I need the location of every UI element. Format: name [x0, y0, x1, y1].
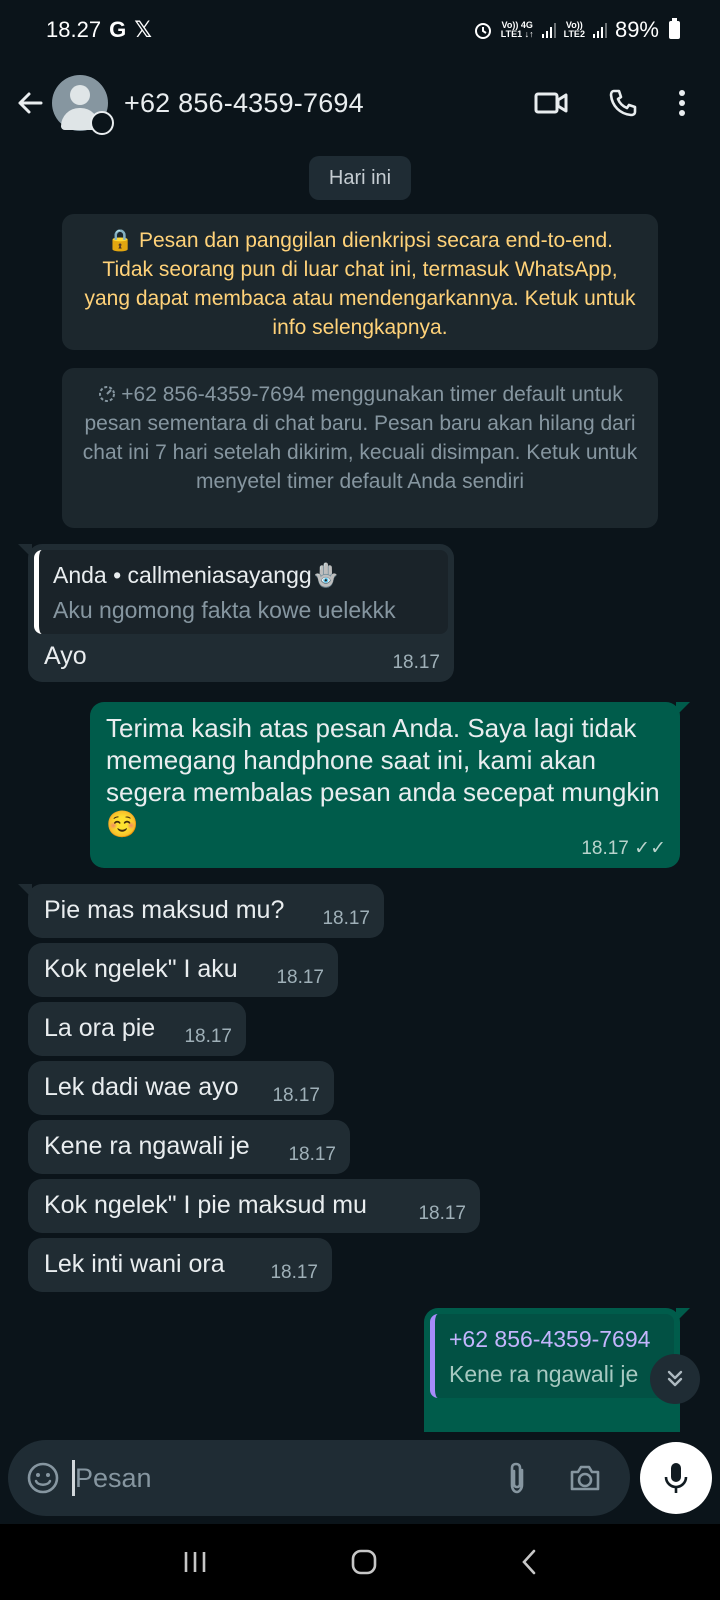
google-icon: G — [109, 17, 127, 42]
message-time: 18.17 ✓✓ — [581, 838, 666, 859]
status-time: 18.27 — [46, 17, 102, 42]
back-nav-icon[interactable] — [519, 1548, 539, 1576]
message-time: 18.17 — [272, 1085, 320, 1106]
message-time: 18.17 — [418, 1203, 466, 1224]
sim2-indicator: Vo)) LTE2 — [563, 20, 585, 39]
signal-icon-2 — [592, 22, 607, 38]
message-text: La ora pie — [44, 1014, 156, 1042]
message-time: 18.17 — [288, 1144, 336, 1165]
quoted-text: Kene ra ngawali je — [449, 1361, 639, 1387]
avatar[interactable] — [52, 75, 114, 135]
message-text: Lek dadi wae ayo — [44, 1073, 239, 1101]
message-bubble-incoming[interactable]: Lek inti wani ora 18.17 — [28, 1238, 332, 1292]
message-bubble-incoming[interactable]: Kene ra ngawali je 18.17 — [28, 1120, 350, 1174]
chevrons-down-icon — [667, 1370, 683, 1387]
quoted-sender: +62 856-4359-7694 — [449, 1326, 651, 1352]
message-text: Kok ngelek" I pie maksud mu — [44, 1191, 367, 1219]
message-bubble-incoming[interactable]: Lek dadi wae ayo 18.17 — [28, 1061, 334, 1115]
microphone-button[interactable] — [640, 1442, 712, 1514]
voice-call-icon[interactable] — [608, 88, 638, 118]
message-bubble-incoming[interactable]: Anda • callmeniasayangg🪬 Aku ngomong fak… — [18, 544, 454, 682]
encryption-notice[interactable]: 🔒 Pesan dan panggilan dienkripsi secara … — [62, 214, 658, 350]
more-options-icon[interactable] — [678, 89, 686, 117]
microphone-icon — [664, 1463, 688, 1493]
date-separator: Hari ini — [309, 156, 411, 200]
x-app-icon: 𝕏 — [134, 17, 152, 42]
message-time: 18.17 — [276, 967, 324, 988]
timer-icon — [99, 386, 116, 402]
status-right: Vo)) 4G LTE1 ↓↑ Vo)) LTE2 89% — [473, 17, 680, 43]
message-bubble-incoming[interactable]: Kok ngelek" I pie maksud mu 18.17 — [28, 1179, 480, 1233]
quoted-sender: Anda • callmeniasayangg🪬 — [53, 562, 341, 588]
chat-area[interactable]: Hari ini 🔒 Pesan dan panggilan dienkrips… — [0, 146, 720, 1432]
quoted-message[interactable]: +62 856-4359-7694 Kene ra ngawali je — [430, 1314, 674, 1398]
signal-icon — [541, 22, 556, 38]
chat-header: +62 856-4359-7694 — [0, 60, 720, 146]
contact-name[interactable]: +62 856-4359-7694 — [124, 88, 364, 119]
system-navigation-bar — [0, 1524, 720, 1600]
disappearing-messages-notice[interactable]: +62 856-4359-7694 menggunakan timer defa… — [62, 368, 658, 528]
timer-notice-text: +62 856-4359-7694 menggunakan timer defa… — [82, 383, 638, 493]
message-text: Kok ngelek" I aku — [44, 955, 238, 983]
message-text: Pie mas maksud mu? — [44, 896, 285, 924]
home-icon[interactable] — [350, 1548, 378, 1576]
sim1-indicator: Vo)) 4G LTE1 ↓↑ — [500, 20, 534, 39]
quoted-message[interactable]: Anda • callmeniasayangg🪬 Aku ngomong fak… — [34, 550, 448, 634]
battery-icon — [669, 18, 680, 39]
message-text: Lek inti wani ora — [44, 1250, 225, 1278]
message-time: 18.17 — [184, 1026, 232, 1047]
message-bubble-incoming[interactable]: La ora pie 18.17 — [28, 1002, 246, 1056]
message-bubble-incoming[interactable]: Kok ngelek" I aku 18.17 — [28, 943, 338, 997]
scroll-to-bottom-button[interactable] — [650, 1354, 700, 1404]
camera-icon[interactable] — [568, 1463, 602, 1493]
message-text: Kene ra ngawali je — [44, 1132, 250, 1160]
back-arrow-icon[interactable] — [10, 88, 50, 118]
message-time: 18.17 — [270, 1262, 318, 1283]
emoji-sticker-icon[interactable] — [26, 1461, 60, 1495]
message-input[interactable]: Pesan — [75, 1463, 152, 1494]
recent-apps-icon[interactable] — [181, 1549, 209, 1575]
message-composer: Pesan — [8, 1440, 630, 1516]
message-bubble-outgoing[interactable]: Terima kasih atas pesan Anda. Saya lagi … — [90, 702, 690, 868]
message-text: Terima kasih atas pesan Anda. Saya lagi … — [106, 713, 660, 839]
message-time: 18.17 — [322, 908, 370, 929]
message-bubble-incoming[interactable]: Pie mas maksud mu? 18.17 — [18, 884, 384, 938]
message-text: Ayo — [44, 642, 87, 670]
status-bar: 18.27 G 𝕏 Vo)) 4G LTE1 ↓↑ Vo)) LTE2 89% — [0, 0, 720, 60]
battery-percent: 89% — [614, 17, 659, 42]
video-call-icon[interactable] — [534, 90, 568, 116]
paperclip-icon[interactable] — [506, 1461, 528, 1495]
message-time: 18.17 — [392, 652, 440, 673]
message-bubble-outgoing[interactable]: +62 856-4359-7694 Kene ra ngawali je — [424, 1308, 690, 1432]
alarm-icon — [474, 23, 491, 39]
disappearing-timer-icon — [90, 111, 114, 135]
quoted-text: Aku ngomong fakta kowe uelekkk — [53, 597, 396, 623]
